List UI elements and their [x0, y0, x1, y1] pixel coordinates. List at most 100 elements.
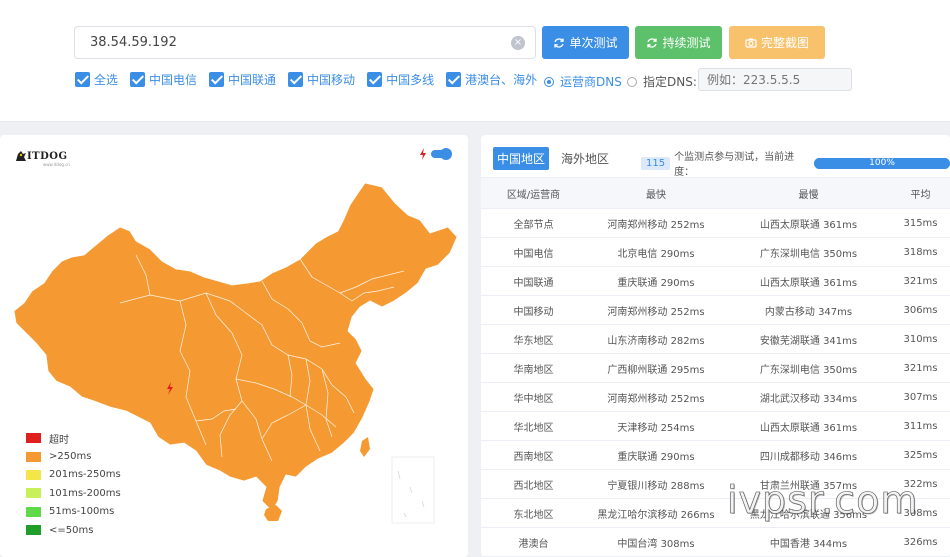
- table-row: 华中地区 河南郑州移动 252ms 湖北武汉移动 334ms 307ms: [481, 382, 950, 412]
- loop-icon: [647, 37, 658, 48]
- continuous-test-button[interactable]: 持续测试: [635, 26, 722, 59]
- table-row: 西南地区 重庆联通 290ms 四川成都移动 346ms 325ms: [481, 440, 950, 470]
- site-watermark: ivpsr.com: [727, 478, 919, 523]
- cell-average: 326ms: [891, 527, 950, 557]
- cell-fastest: 重庆联通 290ms: [586, 266, 726, 296]
- tab-china[interactable]: 中国地区: [493, 147, 550, 170]
- legend-swatch: [26, 488, 41, 499]
- cell-region: 华北地区: [481, 411, 586, 441]
- filter-label: 中国移动: [307, 72, 356, 87]
- cell-fastest: 河南郑州移动 252ms: [586, 208, 726, 238]
- radio-unchecked-icon: [627, 76, 637, 87]
- cell-average: 321ms: [891, 353, 950, 383]
- operator-dns-radio[interactable]: 运营商DNS: [544, 73, 622, 90]
- node-count-badge: 115: [641, 156, 671, 170]
- filter-select-all[interactable]: 全选: [75, 71, 118, 88]
- cell-region: 中国联通: [481, 266, 586, 296]
- cell-region: 西北地区: [481, 469, 586, 499]
- cell-region: 西南地区: [481, 440, 586, 470]
- filter-label: 中国多线: [386, 72, 435, 87]
- table-row: 港澳台 中国台湾 308ms 中国香港 344ms 326ms: [481, 527, 950, 557]
- filter-telecom[interactable]: 中国电信: [130, 71, 197, 88]
- legend-swatch: [26, 451, 41, 462]
- cell-fastest: 中国台湾 308ms: [586, 527, 726, 557]
- logo-text: ITDOG: [27, 150, 68, 162]
- legend-item: <=50ms: [26, 521, 121, 539]
- cell-slowest: 山西太原联通 361ms: [726, 266, 891, 296]
- cell-fastest: 河南郑州移动 252ms: [586, 295, 726, 325]
- legend-swatch: [26, 506, 41, 517]
- legend-label: 51ms-100ms: [49, 506, 115, 518]
- continuous-test-label: 持续测试: [662, 36, 711, 50]
- table-row: 华南地区 广西柳州联通 295ms 广东深圳电信 350ms 321ms: [481, 353, 950, 383]
- header-fastest: 最快: [586, 177, 726, 209]
- lightning-icon: [420, 148, 426, 160]
- legend-label: 101ms-200ms: [49, 487, 121, 499]
- checkbox-icon: [130, 71, 146, 87]
- cell-region: 中国电信: [481, 237, 586, 267]
- cell-slowest: 安徽芜湖联通 341ms: [726, 324, 891, 354]
- custom-dns-radio[interactable]: 指定DNS:: [627, 73, 697, 90]
- cell-slowest: 四川成都移动 346ms: [726, 440, 891, 470]
- cell-fastest: 广西柳州联通 295ms: [586, 353, 726, 383]
- cell-average: 318ms: [891, 237, 950, 267]
- tab-overseas[interactable]: 海外地区: [557, 147, 613, 170]
- progress-area: 115 个监测点参与测试，当前进度： 100%: [641, 148, 950, 178]
- filter-label: 全选: [94, 72, 119, 87]
- clear-icon[interactable]: ×: [511, 36, 525, 50]
- cell-slowest: 广东深圳电信 350ms: [726, 237, 891, 267]
- custom-dns-input[interactable]: [698, 68, 852, 91]
- animation-toggle[interactable]: [431, 148, 452, 160]
- checkbox-icon: [367, 71, 383, 87]
- cell-average: 325ms: [891, 440, 950, 470]
- progress-caption: 个监测点参与测试，当前进度：: [674, 152, 795, 178]
- table-row: 华北地区 天津移动 254ms 山西太原联通 361ms 311ms: [481, 411, 950, 441]
- progress-text: 100%: [869, 157, 895, 168]
- legend-item: 51ms-100ms: [26, 503, 121, 521]
- hainan-island: [264, 505, 282, 521]
- cell-region: 华东地区: [481, 324, 586, 354]
- table-row: 中国移动 河南郑州移动 252ms 内蒙古移动 347ms 306ms: [481, 295, 950, 325]
- full-screenshot-label: 完整截图: [760, 36, 809, 50]
- custom-dns-label: 指定DNS:: [643, 75, 697, 89]
- camera-icon: [745, 38, 757, 48]
- table-row: 华东地区 山东济南移动 282ms 安徽芜湖联通 341ms 310ms: [481, 324, 950, 354]
- cell-fastest: 重庆联通 290ms: [586, 440, 726, 470]
- table-row: 中国联通 重庆联通 290ms 山西太原联通 361ms 321ms: [481, 266, 950, 296]
- map-panel: ITDOG www.itdog.cn 超时 >250ms 201ms-250ms…: [0, 135, 468, 557]
- filter-multiline[interactable]: 中国多线: [367, 71, 434, 88]
- filter-label: 中国电信: [149, 72, 198, 87]
- control-panel: × 单次测试 持续测试 完整截图 全选 中国电信 中国联通 中国移动 中国多线 …: [0, 0, 950, 122]
- cell-fastest: 北京电信 290ms: [586, 237, 726, 267]
- checkbox-icon: [288, 71, 304, 87]
- target-ip-input[interactable]: [75, 27, 505, 58]
- table-header-row: 区域/运营商 最快 最慢 平均: [481, 177, 950, 209]
- header-region: 区域/运营商: [481, 177, 586, 209]
- cell-average: 306ms: [891, 295, 950, 325]
- full-screenshot-button[interactable]: 完整截图: [729, 26, 825, 59]
- itdog-logo: ITDOG www.itdog.cn: [15, 150, 70, 167]
- cell-average: 321ms: [891, 266, 950, 296]
- operator-dns-label: 运营商DNS: [560, 75, 622, 89]
- single-test-label: 单次测试: [569, 36, 618, 50]
- cell-fastest: 河南郑州移动 252ms: [586, 382, 726, 412]
- filter-label: 中国联通: [228, 72, 277, 87]
- filter-mobile[interactable]: 中国移动: [288, 71, 355, 88]
- cell-region: 中国移动: [481, 295, 586, 325]
- cell-region: 港澳台: [481, 527, 586, 557]
- cell-average: 307ms: [891, 382, 950, 412]
- cell-slowest: 山西太原联通 361ms: [726, 411, 891, 441]
- cell-slowest: 山西太原联通 361ms: [726, 208, 891, 238]
- filter-unicom[interactable]: 中国联通: [209, 71, 276, 88]
- filter-hk-overseas[interactable]: 港澳台、海外: [446, 71, 537, 88]
- cell-fastest: 黑龙江哈尔滨移动 266ms: [586, 498, 726, 528]
- cell-region: 东北地区: [481, 498, 586, 528]
- logo-subtext: www.itdog.cn: [43, 162, 70, 167]
- legend-item: 101ms-200ms: [26, 484, 121, 502]
- single-test-button[interactable]: 单次测试: [542, 26, 629, 59]
- legend-swatch: [26, 469, 41, 480]
- legend-item: >250ms: [26, 447, 121, 465]
- legend-item: 超时: [26, 429, 121, 447]
- table-row: 中国电信 北京电信 290ms 广东深圳电信 350ms 318ms: [481, 237, 950, 267]
- cell-fastest: 山东济南移动 282ms: [586, 324, 726, 354]
